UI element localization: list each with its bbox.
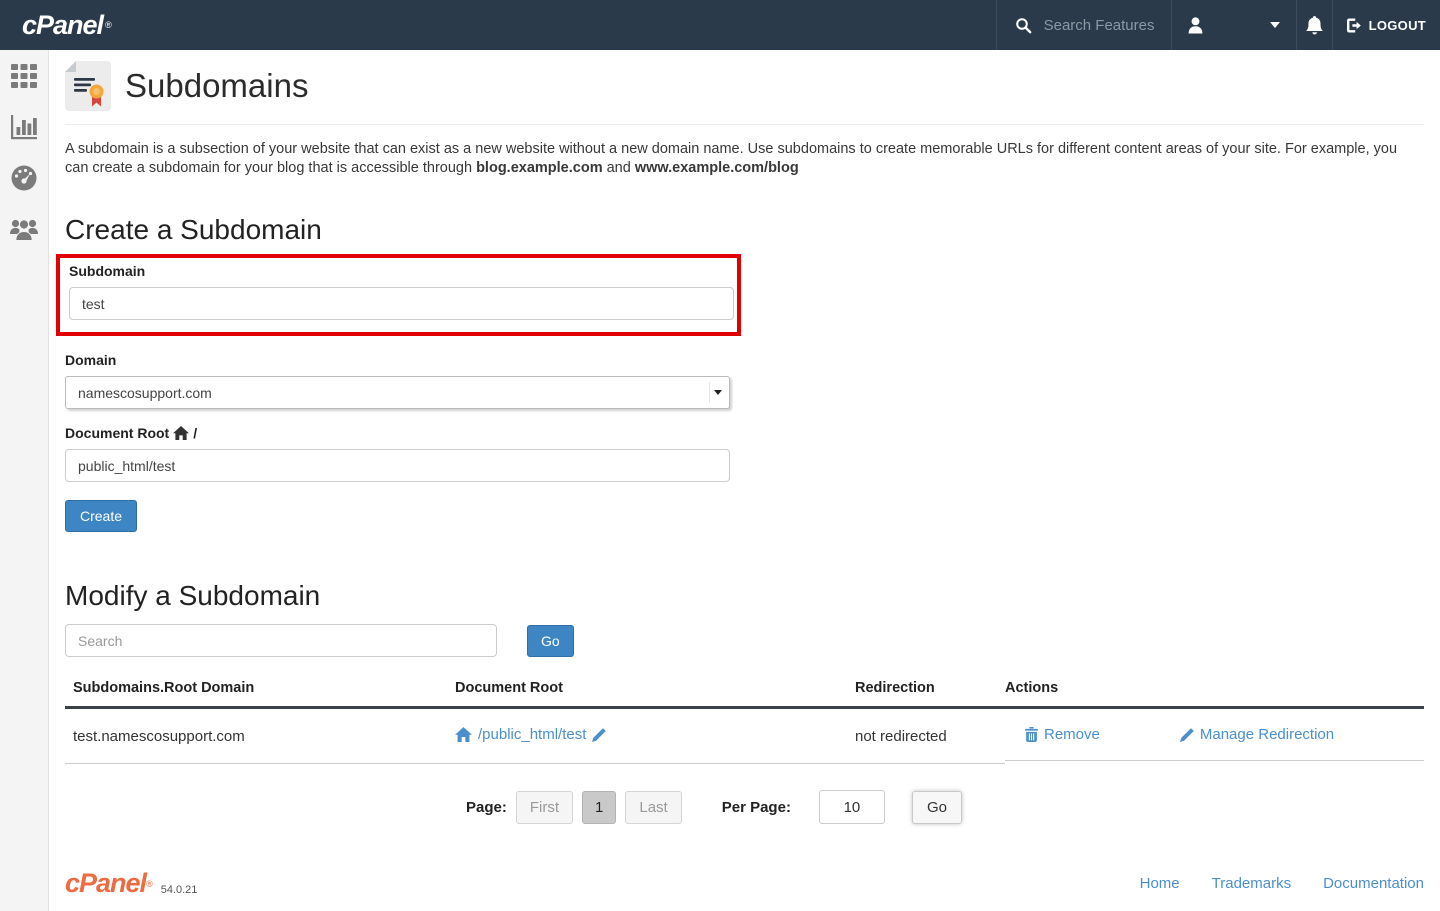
description-example-url: www.example.com/blog	[635, 160, 799, 176]
cell-redirection: not redirected	[855, 708, 1005, 764]
notifications-button[interactable]	[1296, 0, 1332, 50]
sidebar-item-statistics[interactable]	[11, 114, 38, 140]
per-page-go-button[interactable]: Go	[912, 791, 962, 824]
document-root-path: /public_html/test	[478, 726, 586, 743]
trash-icon	[1025, 727, 1038, 742]
home-icon	[173, 426, 189, 440]
cell-subdomain: test.namescosupport.com	[65, 708, 455, 764]
docroot-label-text: Document Root	[65, 425, 169, 441]
sidebar-item-dashboard[interactable]	[11, 165, 38, 191]
footer-link-home[interactable]: Home	[1140, 875, 1180, 892]
docroot-slash: /	[193, 425, 197, 441]
user-icon	[1188, 17, 1203, 34]
header-document-root: Document Root	[455, 671, 855, 708]
create-button[interactable]: Create	[65, 500, 137, 532]
domain-select-value: namescosupport.com	[78, 385, 212, 401]
subdomain-label: Subdomain	[69, 263, 737, 279]
remove-link[interactable]: Remove	[1025, 726, 1100, 743]
page-first-button[interactable]: First	[516, 791, 573, 824]
bar-chart-icon	[11, 114, 37, 140]
cell-actions: Remove Manage Redirection	[1005, 709, 1424, 761]
subdomain-input[interactable]	[69, 287, 734, 320]
topbar-right: LOGOUT	[996, 0, 1440, 50]
footer-cpanel-logo: cPanel	[65, 868, 146, 899]
feature-search[interactable]	[996, 0, 1171, 50]
table-search-row: Go	[65, 624, 1424, 657]
footer-link-trademarks[interactable]: Trademarks	[1212, 875, 1291, 892]
red-annotation-box: Subdomain	[56, 254, 741, 336]
sidebar-item-home[interactable]	[11, 63, 38, 89]
page-label: Page:	[466, 799, 507, 816]
registered-mark: ®	[105, 20, 112, 30]
bell-icon	[1306, 16, 1323, 35]
footer: cPanel ® 54.0.21 Home Trademarks Documen…	[65, 868, 1424, 899]
page-last-button[interactable]: Last	[625, 791, 681, 824]
table-search-go-button[interactable]: Go	[527, 625, 574, 657]
footer-links: Home Trademarks Documentation	[1140, 875, 1424, 892]
table-header-row: Subdomains.Root Domain Document Root Red…	[65, 671, 1424, 708]
manage-redirection-label: Manage Redirection	[1200, 726, 1334, 743]
table-row: test.namescosupport.com /public_html/tes…	[65, 708, 1424, 764]
sidebar	[0, 50, 49, 911]
docroot-label: Document Root /	[65, 425, 1424, 441]
logout-icon	[1347, 18, 1363, 33]
per-page-input[interactable]	[819, 790, 885, 824]
gauge-icon	[11, 165, 37, 191]
page-current-button[interactable]: 1	[582, 791, 616, 824]
main-content: Subdomains A subdomain is a subsection o…	[50, 50, 1440, 911]
per-page-label: Per Page:	[722, 799, 791, 816]
footer-registered-mark: ®	[146, 879, 153, 889]
chevron-down-icon	[1270, 22, 1280, 28]
header-actions: Actions	[1005, 671, 1424, 708]
pagination: Page: First 1 Last Per Page: Go	[466, 790, 1424, 824]
domain-select[interactable]: namescosupport.com	[65, 376, 730, 409]
cell-document-root: /public_html/test	[455, 708, 855, 764]
create-subdomain-heading: Create a Subdomain	[65, 214, 1424, 246]
sidebar-item-user-manager[interactable]	[11, 216, 38, 242]
grid-icon	[11, 63, 37, 89]
search-icon	[1015, 17, 1032, 34]
docroot-input[interactable]	[65, 449, 730, 482]
header-redirection: Redirection	[855, 671, 1005, 708]
cpanel-logo-text: cPanel	[22, 10, 103, 41]
description-text-and: and	[603, 160, 635, 176]
manage-redirection-link[interactable]: Manage Redirection	[1180, 726, 1334, 743]
description-example-domain: blog.example.com	[476, 160, 603, 176]
user-menu[interactable]	[1171, 0, 1296, 50]
subdomains-document-icon	[65, 61, 111, 111]
modify-subdomain-heading: Modify a Subdomain	[65, 580, 1424, 612]
document-root-link[interactable]: /public_html/test	[455, 726, 606, 743]
select-caret-icon	[709, 382, 725, 403]
domain-label: Domain	[65, 352, 1424, 368]
home-icon	[455, 727, 472, 742]
users-icon	[10, 218, 38, 241]
page-header: Subdomains	[65, 50, 1424, 125]
page-title: Subdomains	[125, 67, 308, 105]
footer-version: 54.0.21	[161, 884, 198, 896]
subdomains-table: Subdomains.Root Domain Document Root Red…	[65, 671, 1424, 764]
logout-label: LOGOUT	[1369, 18, 1426, 33]
pencil-icon	[592, 728, 606, 742]
remove-label: Remove	[1044, 726, 1100, 743]
pencil-icon	[1180, 728, 1194, 742]
table-search-input[interactable]	[65, 624, 497, 657]
header-subdomains-root-domain: Subdomains.Root Domain	[65, 671, 455, 708]
logout-button[interactable]: LOGOUT	[1332, 0, 1440, 50]
topbar: cPanel ® LOGOUT	[0, 0, 1440, 50]
page-description: A subdomain is a subsection of your webs…	[65, 140, 1424, 178]
cpanel-logo: cPanel ®	[0, 0, 112, 50]
search-features-input[interactable]	[1044, 17, 1154, 34]
footer-link-documentation[interactable]: Documentation	[1323, 875, 1424, 892]
